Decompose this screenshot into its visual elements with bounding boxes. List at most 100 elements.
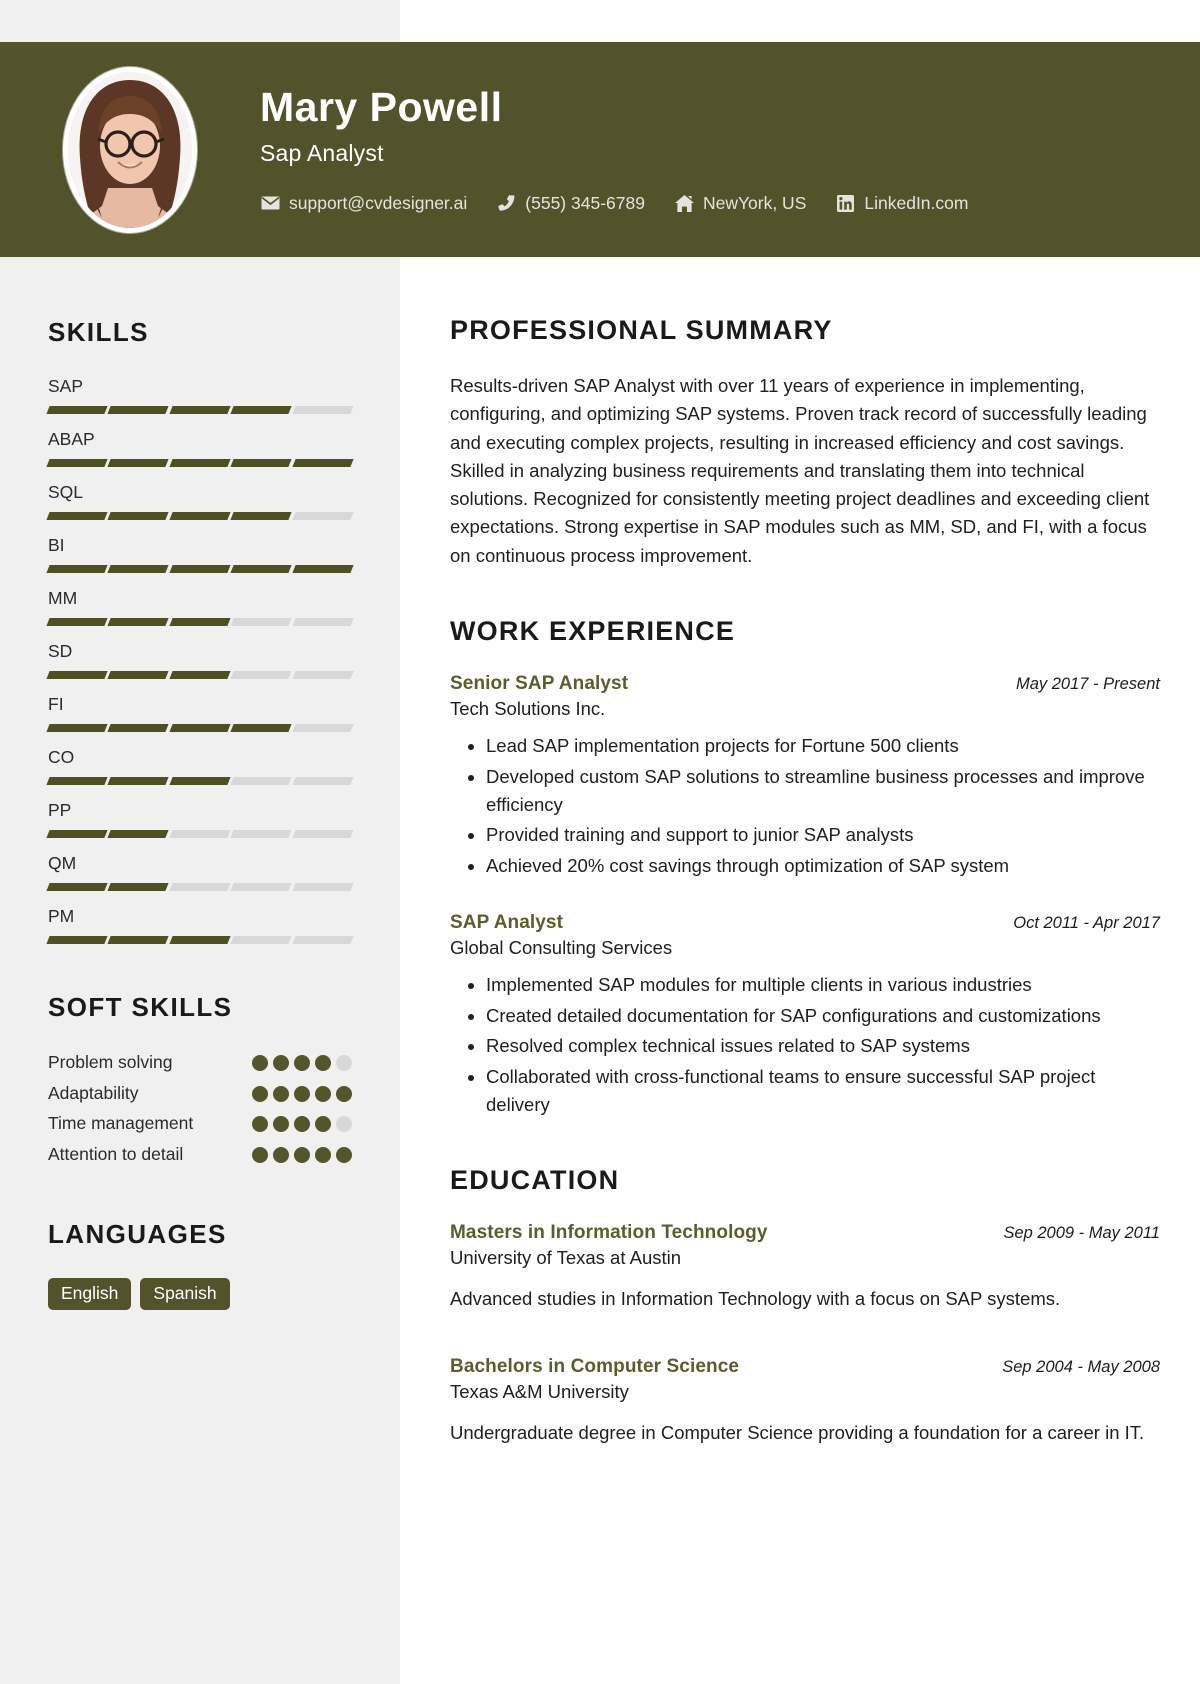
experience-bullet: Provided training and support to junior … [486,821,1160,849]
skill-level-bar [46,883,354,891]
experience-role: SAP Analyst [450,911,564,933]
contact-location[interactable]: NewYork, US [674,193,806,214]
contact-linkedin-label: LinkedIn.com [864,192,969,213]
skill-segment [230,618,293,626]
skill-row: SD [46,641,354,679]
soft-skill-name: Attention to detail [48,1143,184,1164]
skill-segment [169,459,231,467]
skill-name: SQL [48,482,84,502]
soft-skill-name: Problem solving [48,1052,173,1072]
education-institution: University of Texas at Austin [450,1246,682,1268]
skill-name: CO [48,747,75,767]
main-content: PROFESSIONAL SUMMARY Results-driven SAP … [400,257,1200,1507]
experience-entry-header: SAP Analyst Oct 2011 - Apr 2017 [450,912,1160,934]
linkedin-icon [835,194,856,213]
contact-email[interactable]: support@cvdesigner.ai [260,193,467,214]
skill-row: FI [46,694,354,732]
phone-icon [496,194,517,213]
skill-segment [230,565,293,573]
education-degree: Masters in Information Technology [450,1221,768,1243]
skills-section: SKILLS SAP ABAP SQL BI MM SD FI CO PP QM PM [46,317,354,944]
skill-segment [230,830,293,838]
education-date: Sep 2009 - May 2011 [1003,1223,1160,1242]
skill-segment [230,777,293,785]
skill-segment [46,724,109,732]
rating-dot [315,1146,331,1163]
summary-text: Results-driven SAP Analyst with over 11 … [450,375,1150,566]
skill-name: PP [48,800,72,820]
experience-bullet-list: Lead SAP implementation projects for For… [450,732,1160,880]
experience-section: WORK EXPERIENCE Senior SAP Analyst May 20… [450,616,1160,1119]
skill-row: SQL [46,482,354,520]
experience-bullet: Implemented SAP modules for multiple cli… [486,971,1160,999]
skill-segment [292,830,354,838]
skill-row: QM [46,853,354,891]
skill-segment [107,565,170,573]
skill-row: SAP [46,376,354,414]
skill-segment [46,830,109,838]
experience-heading: WORK EXPERIENCE [450,616,736,647]
skill-segment [169,512,231,520]
contact-location-label: NewYork, US [702,192,807,213]
skill-segment [107,406,170,414]
language-tag[interactable]: Spanish [140,1277,230,1310]
soft-skill-name: Adaptability [48,1082,139,1103]
skill-segment [46,671,109,679]
language-tag[interactable]: English [48,1277,132,1310]
education-description: Advanced studies in Information Technolo… [450,1287,1061,1309]
summary-heading: PROFESSIONAL SUMMARY [450,315,833,345]
skill-segment [169,777,231,785]
skill-segment [46,618,109,626]
soft-skill-rating [252,1082,352,1102]
skill-level-bar [46,618,354,626]
rating-dot [273,1055,289,1071]
skill-row: PP [46,800,354,838]
skill-segment [169,830,231,838]
skill-segment [292,406,354,414]
languages-heading: LANGUAGES [48,1218,227,1249]
rating-dot [294,1085,310,1102]
skill-row: CO [46,747,354,785]
avatar [63,66,197,233]
soft-skill-row: Time management [48,1112,352,1136]
skill-name: SD [48,641,73,661]
skill-segment [107,883,170,891]
education-list: Masters in Information Technology Sep 200… [450,1222,1160,1448]
skill-segment [46,936,109,944]
skill-segment [292,618,354,626]
skill-row: ABAP [46,429,354,467]
contact-phone[interactable]: (555) 345-6789 [496,193,645,214]
portrait-illustration-icon [68,71,192,228]
summary-section: PROFESSIONAL SUMMARY Results-driven SAP … [450,315,1160,570]
soft-skill-row: Attention to detail [48,1143,352,1167]
skill-segment [230,936,293,944]
rating-dot [273,1085,289,1102]
skill-segment [46,512,109,520]
skill-segment [230,883,293,891]
skill-segment [169,406,231,414]
education-degree: Bachelors in Computer Science [450,1356,740,1378]
skill-name: SAP [48,376,84,396]
skill-segment [46,565,109,573]
rating-dot [315,1085,331,1102]
education-section: EDUCATION Masters in Information Technol… [450,1165,1160,1448]
contact-list: support@cvdesigner.ai (555) 345-6789 New… [260,193,1170,214]
soft-skill-rating [252,1143,352,1163]
rating-dot [336,1146,352,1163]
contact-linkedin[interactable]: LinkedIn.com [835,193,968,214]
skill-name: PM [48,906,75,926]
experience-role: Senior SAP Analyst [450,673,629,695]
education-date: Sep 2004 - May 2008 [1002,1358,1160,1377]
education-entry: Masters in Information Technology Sep 200… [450,1222,1160,1313]
skill-segment [169,724,231,732]
skill-segment [292,512,354,520]
skill-segment [169,936,231,944]
skill-segment [46,459,109,467]
avatar-container [0,66,260,233]
education-institution: Texas A&M University [450,1381,629,1403]
skill-segment [107,724,170,732]
skill-level-bar [46,777,354,785]
rating-dot [336,1116,352,1133]
soft-skills-list: Problem solving Adaptability Time manageme… [48,1051,352,1167]
rating-dot [294,1116,310,1133]
